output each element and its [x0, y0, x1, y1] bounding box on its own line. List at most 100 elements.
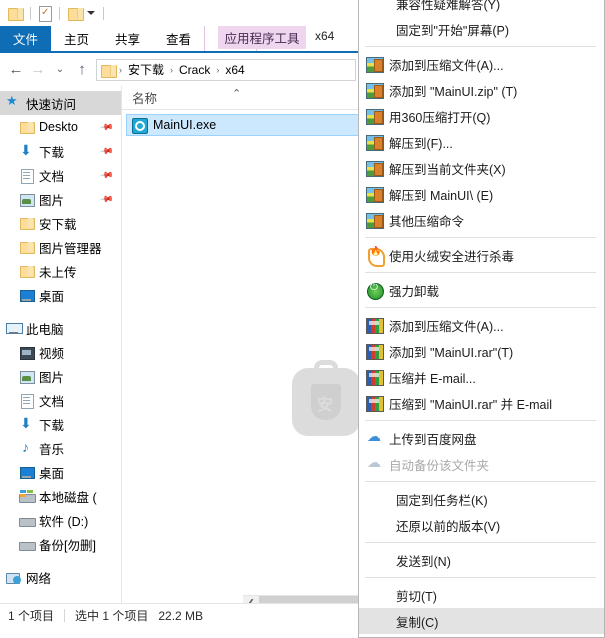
sidebar-item-label: 文档	[39, 169, 65, 184]
winrar-icon	[365, 342, 384, 360]
tab-view[interactable]: 查看	[153, 26, 204, 51]
file-row-mainui[interactable]: MainUI.exe	[126, 114, 362, 136]
menu-item-29[interactable]: 复制(C)	[359, 608, 604, 634]
status-size: 22.2 MB	[158, 608, 204, 623]
menu-item-17[interactable]: 压缩并 E-mail...	[359, 364, 604, 390]
sidebar-item-5[interactable]: 安下载	[0, 211, 121, 235]
menu-separator	[365, 237, 596, 238]
breadcrumb-item-0[interactable]: 安下载	[126, 61, 166, 78]
column-header-label: 名称	[132, 92, 158, 106]
explorer-body: 快速访问Deskto📌下载📌文档📌图片📌安下载图片管理器未上传桌面此电脑视频图片…	[0, 86, 362, 612]
back-button[interactable]: ←	[6, 60, 26, 80]
properties-icon[interactable]	[39, 6, 52, 22]
recent-locations-button[interactable]: ⌄	[50, 60, 70, 80]
videos-icon	[19, 345, 35, 360]
sidebar-item-15[interactable]: 桌面	[0, 460, 121, 484]
sidebar-item-13[interactable]: 下载	[0, 412, 121, 436]
menu-item-24[interactable]: 还原以前的版本(V)	[359, 512, 604, 538]
sidebar-item-7[interactable]: 未上传	[0, 259, 121, 283]
menu-item-3[interactable]: 添加到压缩文件(A)...	[359, 51, 604, 77]
sidebar-item-0[interactable]: 快速访问	[0, 91, 121, 115]
menu-separator	[365, 420, 596, 421]
folder-icon[interactable]	[8, 7, 24, 21]
menu-item-6[interactable]: 解压到(F)...	[359, 129, 604, 155]
address-bar[interactable]: › 安下载 › Crack › x64	[96, 58, 356, 81]
menu-item-8[interactable]: 解压到 MainUI\ (E)	[359, 181, 604, 207]
menu-item-label: 添加到压缩文件(A)...	[389, 58, 504, 73]
customize-dropdown-icon[interactable]	[87, 11, 95, 15]
sidebar-item-label: 视频	[39, 346, 65, 361]
folder-icon	[19, 264, 35, 279]
sidebar-item-12[interactable]: 文档	[0, 388, 121, 412]
sidebar-item-2[interactable]: 下载 📌	[0, 139, 121, 163]
new-folder-icon[interactable]	[68, 7, 84, 21]
sidebar-item-16[interactable]: 本地磁盘 (	[0, 484, 121, 508]
menu-separator	[365, 481, 596, 482]
menu-item-4[interactable]: 添加到 "MainUI.zip" (T)	[359, 77, 604, 103]
sidebar-item-label: 本地磁盘 (	[39, 490, 97, 505]
sidebar-item-1[interactable]: Deskto 📌	[0, 115, 121, 139]
sidebar-item-17[interactable]: 软件 (D:)	[0, 508, 121, 532]
breadcrumb-item-2[interactable]: x64	[223, 63, 246, 77]
sidebar-item-3[interactable]: 文档 📌	[0, 163, 121, 187]
drive-icon	[19, 513, 36, 528]
pin-icon[interactable]: 📌	[99, 167, 114, 183]
zip360-icon	[365, 107, 384, 125]
zip360-icon	[365, 159, 384, 177]
menu-item-11[interactable]: 使用火绒安全进行杀毒	[359, 242, 604, 268]
menu-item-label: 自动备份该文件夹	[389, 458, 490, 473]
sidebar-item-4[interactable]: 图片 📌	[0, 187, 121, 211]
menu-item-label: 解压到(F)...	[389, 136, 453, 151]
pin-icon[interactable]: 📌	[99, 143, 114, 159]
up-button[interactable]: ↑	[72, 60, 92, 80]
zip360-icon	[365, 211, 384, 229]
sidebar-item-label: 快速访问	[26, 97, 77, 112]
menu-item-5[interactable]: 用360压缩打开(Q)	[359, 103, 604, 129]
sidebar-item-19[interactable]: 网络	[0, 565, 121, 589]
breadcrumb-separator[interactable]: ›	[169, 65, 174, 75]
sidebar-item-18[interactable]: 备份[勿删]	[0, 532, 121, 556]
menu-item-label: 兼容性疑难解答(Y)	[396, 0, 501, 12]
column-header-name[interactable]: 名称 ⌃	[122, 86, 362, 110]
sidebar-item-label: 网络	[26, 571, 52, 586]
menu-item-16[interactable]: 添加到 "MainUI.rar"(T)	[359, 338, 604, 364]
menu-item-20[interactable]: 上传到百度网盘	[359, 425, 604, 451]
sidebar-item-11[interactable]: 图片	[0, 364, 121, 388]
menu-item-26[interactable]: 发送到(N)	[359, 547, 604, 573]
menu-item-label: 强力卸载	[389, 284, 440, 299]
menu-item-0[interactable]: 兼容性疑难解答(Y)	[359, 0, 604, 16]
menu-item-28[interactable]: 剪切(T)	[359, 582, 604, 608]
pin-icon[interactable]: 📌	[99, 191, 114, 207]
menu-item-23[interactable]: 固定到任务栏(K)	[359, 486, 604, 512]
menu-item-9[interactable]: 其他压缩命令	[359, 207, 604, 233]
menu-item-21[interactable]: 自动备份该文件夹	[359, 451, 604, 477]
sidebar-item-6[interactable]: 图片管理器	[0, 235, 121, 259]
menu-item-1[interactable]: 固定到"开始"屏幕(P)	[359, 16, 604, 42]
menu-item-15[interactable]: 添加到压缩文件(A)...	[359, 312, 604, 338]
tab-home[interactable]: 主页	[51, 26, 102, 51]
sidebar-item-9[interactable]: 此电脑	[0, 316, 121, 340]
sidebar-item-label: 未上传	[39, 265, 77, 280]
sidebar-item-8[interactable]: 桌面	[0, 283, 121, 307]
breadcrumb-item-1[interactable]: Crack	[177, 63, 212, 77]
menu-item-7[interactable]: 解压到当前文件夹(X)	[359, 155, 604, 181]
forward-button[interactable]: →	[28, 60, 48, 80]
sidebar-item-14[interactable]: 音乐	[0, 436, 121, 460]
menu-separator	[365, 577, 596, 578]
pin-icon[interactable]: 📌	[99, 119, 114, 135]
sidebar-item-label: 下载	[39, 418, 65, 433]
sidebar-item-label: 图片	[39, 370, 65, 385]
tab-file[interactable]: 文件	[0, 26, 52, 51]
menu-separator	[365, 307, 596, 308]
tab-share[interactable]: 共享	[102, 26, 153, 51]
breadcrumb-separator[interactable]: ›	[215, 65, 220, 75]
desktop-icon	[19, 465, 35, 480]
menu-item-label: 其他压缩命令	[389, 214, 465, 229]
menu-item-18[interactable]: 压缩到 "MainUI.rar" 并 E-mail	[359, 390, 604, 416]
winrar-icon	[365, 368, 384, 386]
breadcrumb-separator[interactable]: ›	[118, 65, 123, 75]
menu-item-label: 解压到 MainUI\ (E)	[389, 188, 494, 203]
address-bar-row: ← → ⌄ ↑ › 安下载 › Crack › x64	[0, 53, 362, 86]
sidebar-item-10[interactable]: 视频	[0, 340, 121, 364]
menu-item-13[interactable]: 强力卸载	[359, 277, 604, 303]
